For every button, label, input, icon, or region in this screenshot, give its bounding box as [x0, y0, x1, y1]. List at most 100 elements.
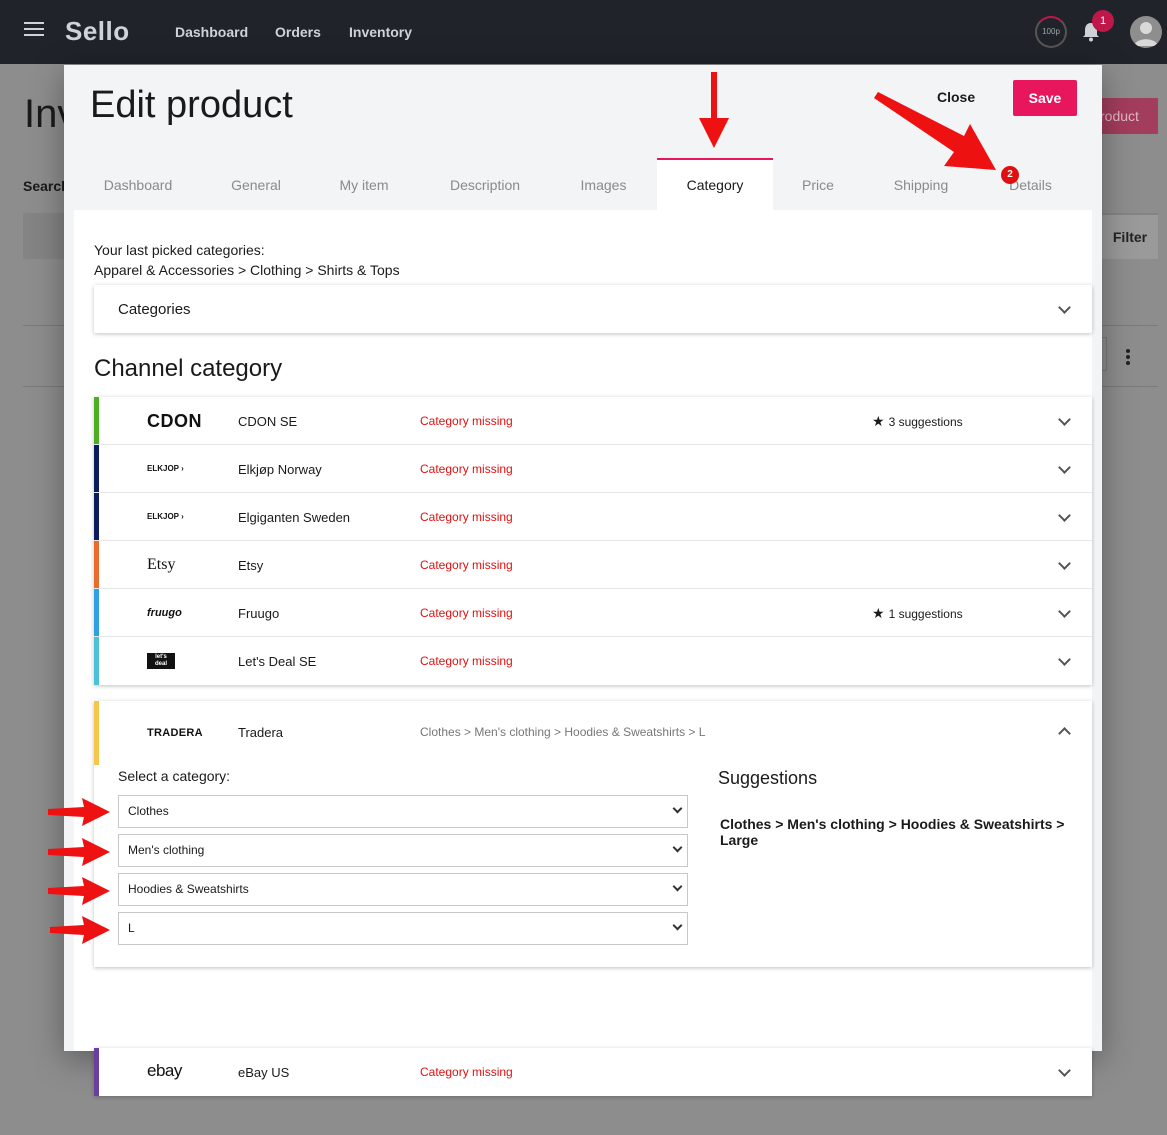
channel-name: Elgiganten Sweden [238, 510, 351, 525]
select-category-label: Select a category: [118, 768, 231, 784]
category-missing-status: Category missing [420, 414, 513, 428]
channel-name: eBay US [238, 1065, 290, 1080]
app-logo[interactable]: Sello [65, 16, 130, 47]
channel-color-bar [94, 701, 99, 765]
channel-name: Let's Deal SE [238, 654, 317, 669]
category-missing-status: Category missing [420, 654, 513, 668]
channel-color-bar [94, 637, 99, 685]
details-tab-badge: 2 [1001, 166, 1019, 184]
category-tab-content: Your last picked categories: Apparel & A… [74, 210, 1092, 1096]
channel-color-bar [94, 589, 99, 636]
chevron-up-icon[interactable] [1058, 727, 1071, 740]
channel-row-lets-deal[interactable]: let's deal Let's Deal SE Category missin… [94, 637, 1092, 685]
suggestions-count: ★ 3 suggestions [872, 413, 963, 430]
channel-row-cdon[interactable]: CDON CDON SE Category missing ★ 3 suggest… [94, 397, 1092, 445]
etsy-logo: Etsy [147, 556, 176, 573]
tab-my-item[interactable]: My item [310, 158, 418, 210]
channel-color-bar [94, 493, 99, 540]
select-value: Hoodies & Sweatshirts [128, 882, 249, 896]
ebay-logo: ebay [147, 1061, 182, 1080]
elkjop-logo-text: ELKJOP [147, 464, 179, 473]
user-icon [1134, 22, 1158, 46]
chevron-down-icon [672, 842, 683, 853]
save-button[interactable]: Save [1013, 80, 1077, 116]
annotation-arrow-right-icon [48, 838, 110, 866]
tab-price[interactable]: Price [773, 158, 863, 210]
edit-product-dialog: Edit product Close Save Dashboard Genera… [64, 65, 1102, 1096]
nav-inventory[interactable]: Inventory [349, 24, 412, 40]
chevron-down-icon[interactable] [1058, 461, 1071, 474]
channel-name: Tradera [238, 725, 284, 740]
channel-row-etsy[interactable]: Etsy Etsy Category missing [94, 541, 1092, 589]
category-missing-status: Category missing [420, 606, 513, 620]
suggestions-label: 3 suggestions [888, 415, 963, 429]
category-select-level-2[interactable]: Men's clothing [118, 834, 688, 867]
channel-row-elgiganten-sweden[interactable]: ELKJOP › Elgiganten Sweden Category miss… [94, 493, 1092, 541]
background-filter-label: Filter [1112, 229, 1148, 245]
elkjop-logo-text: ELKJOP [147, 512, 179, 521]
category-missing-status: Category missing [420, 510, 513, 524]
chevron-down-icon[interactable] [1058, 1064, 1071, 1077]
annotation-arrow-right-icon [48, 877, 110, 905]
categories-expansion-panel[interactable]: Categories [94, 285, 1092, 333]
star-icon: ★ [872, 605, 885, 621]
channel-color-bar [94, 541, 99, 588]
cdon-logo: CDON [147, 411, 202, 431]
chevron-down-icon[interactable] [1058, 557, 1071, 570]
select-value: L [128, 921, 135, 935]
last-picked-value[interactable]: Apparel & Accessories > Clothing > Shirt… [94, 260, 400, 280]
channel-name: Fruugo [238, 606, 280, 621]
suggestions-heading: Suggestions [718, 768, 818, 788]
suggestions-count: ★ 1 suggestions [872, 605, 963, 622]
dialog-title: Edit product [90, 84, 293, 126]
annotation-arrow-diagonal-icon [874, 92, 996, 170]
last-picked-label: Your last picked categories: [94, 242, 265, 258]
elkjop-logo: ELKJOP › [147, 512, 184, 521]
chevron-down-icon[interactable] [1058, 413, 1071, 426]
category-select-level-4[interactable]: L [118, 912, 688, 945]
channel-row-fruugo[interactable]: fruugo Fruugo Category missing ★ 1 sugges… [94, 589, 1092, 637]
lets-deal-logo: let's deal [147, 653, 175, 669]
select-value: Men's clothing [128, 843, 205, 857]
channel-row-tradera-expanded: TRADERA Tradera Clothes > Men's clothing… [94, 701, 1092, 967]
top-app-bar: Sello Dashboard Orders Inventory 100p 1 [0, 0, 1167, 64]
chevron-down-icon[interactable] [1058, 653, 1071, 666]
tab-description[interactable]: Description [418, 158, 552, 210]
selected-category-path: Clothes > Men's clothing > Hoodies & Swe… [420, 725, 706, 739]
chevron-down-icon[interactable] [1058, 509, 1071, 522]
tradera-logo: TRADERA [147, 727, 203, 739]
channel-color-bar [94, 1048, 99, 1096]
nav-orders[interactable]: Orders [275, 24, 321, 40]
channel-row-ebay-us[interactable]: ebay eBay US Category missing [94, 1048, 1092, 1096]
category-select-level-3[interactable]: Hoodies & Sweatshirts [118, 873, 688, 906]
category-missing-status: Category missing [420, 558, 513, 572]
avatar[interactable] [1130, 16, 1162, 48]
annotation-arrow-down-icon [699, 72, 729, 148]
background-add-product-button: roduct [1098, 98, 1158, 134]
tab-dashboard[interactable]: Dashboard [74, 158, 202, 210]
tab-category[interactable]: Category [657, 158, 773, 210]
hamburger-menu-icon[interactable] [24, 22, 44, 42]
background-filter-button: Filter [1102, 215, 1158, 259]
notification-badge: 1 [1092, 10, 1114, 32]
category-missing-status: Category missing [420, 1065, 513, 1079]
tab-images[interactable]: Images [552, 158, 655, 210]
category-missing-status: Category missing [420, 462, 513, 476]
category-select-level-1[interactable]: Clothes [118, 795, 688, 828]
star-icon: ★ [872, 413, 885, 429]
quota-indicator[interactable]: 100p [1035, 16, 1067, 48]
channel-color-bar [94, 397, 99, 444]
chevron-down-icon[interactable] [1058, 605, 1071, 618]
chevron-down-icon[interactable] [1058, 301, 1071, 314]
channel-row-elkjop-norway[interactable]: ELKJOP › Elkjøp Norway Category missing [94, 445, 1092, 493]
suggestions-label: 1 suggestions [888, 607, 963, 621]
tab-general[interactable]: General [202, 158, 310, 210]
suggestion-item[interactable]: Clothes > Men's clothing > Hoodies & Swe… [720, 816, 1092, 848]
more-vert-icon [1126, 349, 1130, 365]
nav-dashboard[interactable]: Dashboard [175, 24, 248, 40]
chevron-down-icon [672, 803, 683, 814]
channel-name: Elkjøp Norway [238, 462, 322, 477]
background-search-label: Search [23, 178, 70, 194]
chevron-down-icon [672, 920, 683, 931]
chevron-down-icon [672, 881, 683, 892]
